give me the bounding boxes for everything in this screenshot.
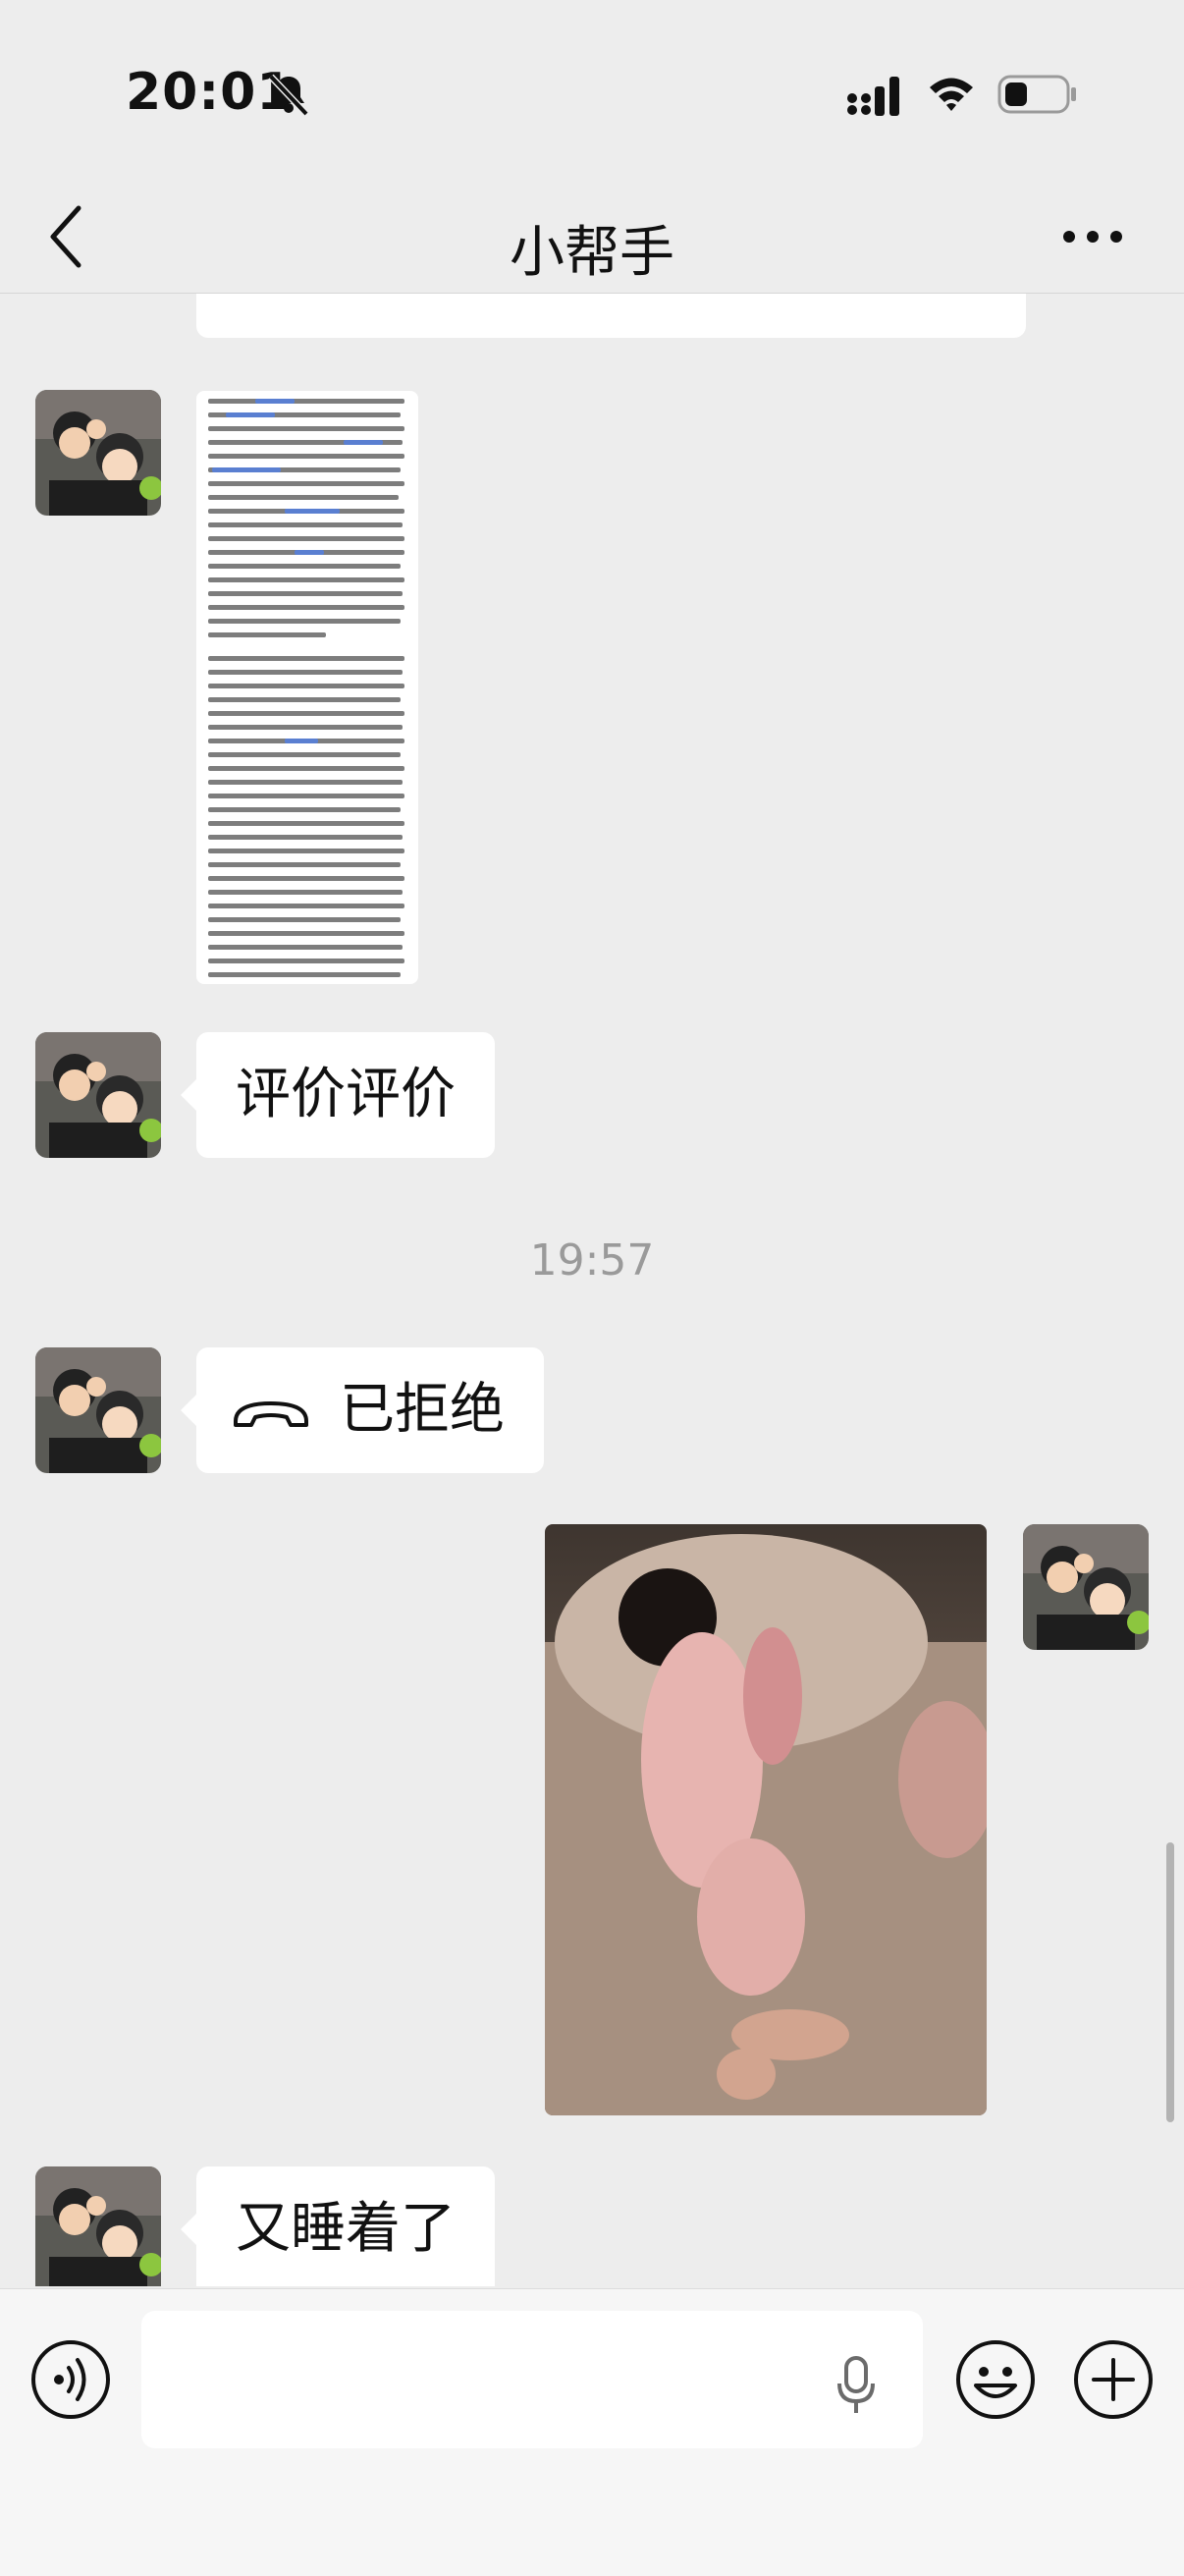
avatar-image — [35, 2166, 161, 2286]
message-bubble[interactable]: 又睡着了 — [181, 2166, 495, 2286]
sleeping-child-photo[interactable] — [545, 1524, 987, 2115]
call-status-text: 已拒绝 — [340, 1378, 505, 1442]
avatar-image — [35, 390, 161, 516]
message-timestamp: 19:57 — [529, 1235, 655, 1286]
call-record-bubble[interactable]: 已拒绝 — [181, 1347, 544, 1473]
microphone-icon[interactable] — [836, 2356, 876, 2415]
contact-avatar[interactable] — [35, 390, 161, 516]
document-screenshot-image[interactable] — [196, 391, 418, 984]
phone-hangup-icon — [234, 1400, 308, 1427]
input-bar — [0, 2288, 1184, 2576]
emoji-icon[interactable] — [954, 2338, 1037, 2421]
nav-bar: 小帮手 — [0, 187, 1184, 295]
mute-bell-icon — [268, 74, 309, 117]
battery-icon — [997, 75, 1076, 114]
message-text: 评价评价 — [236, 1063, 456, 1126]
message-input[interactable] — [141, 2311, 923, 2448]
chat-scrollbar[interactable] — [1166, 1842, 1174, 2122]
avatar-image — [35, 1032, 161, 1158]
cellular-signal-icon — [847, 77, 899, 116]
photo-image — [545, 1524, 987, 2115]
partial-message-bubble[interactable] — [196, 294, 1026, 338]
own-avatar[interactable] — [1023, 1524, 1149, 1650]
contact-avatar[interactable] — [35, 1347, 161, 1473]
avatar-image — [35, 1347, 161, 1473]
more-options-icon[interactable] — [1060, 226, 1125, 247]
plus-icon[interactable] — [1072, 2338, 1155, 2421]
avatar-image — [1023, 1524, 1149, 1650]
message-text: 又睡着了 — [236, 2197, 456, 2261]
contact-avatar[interactable] — [35, 1032, 161, 1158]
wifi-icon — [930, 78, 973, 111]
message-bubble[interactable]: 评价评价 — [181, 1032, 495, 1158]
chat-title: 小帮手 — [510, 221, 674, 285]
contact-avatar[interactable] — [35, 2166, 161, 2286]
status-bar: 20:01 — [0, 0, 1184, 187]
voice-input-icon[interactable] — [29, 2338, 112, 2421]
